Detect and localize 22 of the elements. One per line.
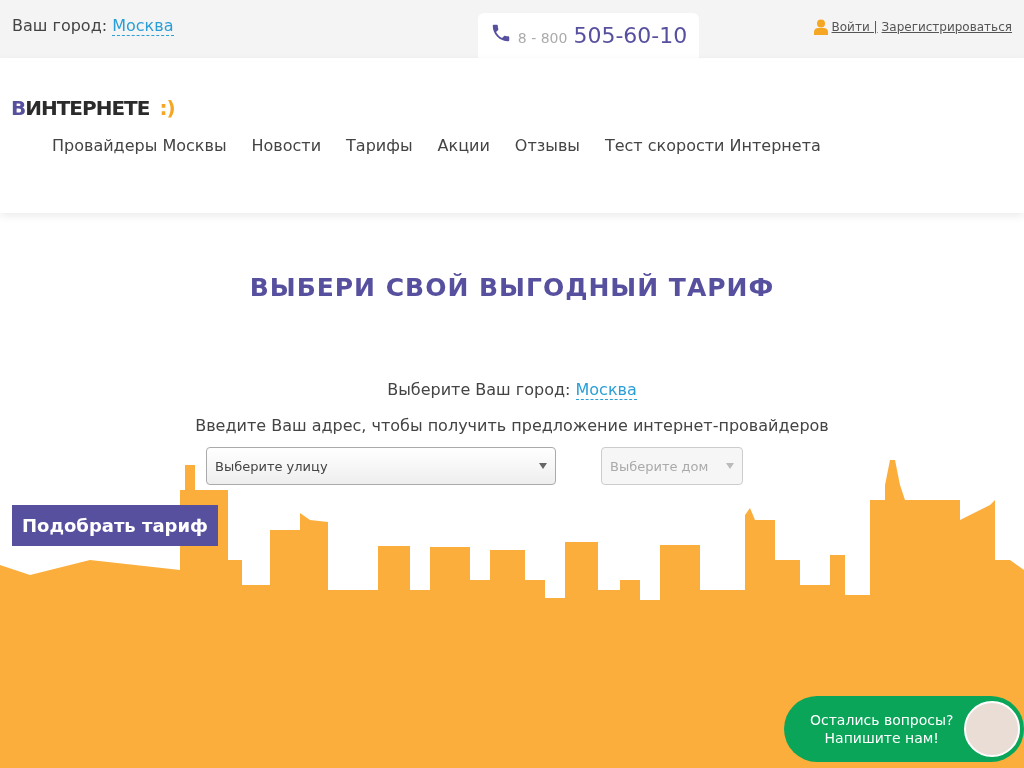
chat-prompt: Остались вопросы? Напишите нам!	[810, 711, 954, 747]
phone-number[interactable]: 505-60-10	[573, 23, 688, 48]
find-tariff-button[interactable]: Подобрать тариф	[12, 505, 218, 546]
user-icon	[813, 19, 828, 35]
nav-link[interactable]: Акции	[437, 136, 490, 155]
avatar-placeholder	[964, 701, 1020, 757]
auth-link[interactable]: Зарегистрироваться	[881, 20, 1012, 34]
nav-link[interactable]: Новости	[251, 136, 322, 155]
page-title: ВЫБЕРИ СВОЙ ВЫГОДНЫЙ ТАРИФ	[249, 273, 775, 302]
nav-link[interactable]: Тарифы	[346, 136, 413, 155]
city-label: Ваш город:	[12, 16, 108, 35]
street-select[interactable]: Выберите улицу	[206, 447, 556, 485]
nav-link[interactable]: Тест скорости Интернета	[604, 136, 821, 155]
nav-link[interactable]: Провайдеры Москвы	[52, 136, 227, 155]
address-hint: Введите Ваш адрес, чтобы получить предложение интернет-провайдеров	[195, 416, 829, 435]
nav-link[interactable]: Отзывы	[514, 136, 580, 155]
phone-prefix: 8 - 800	[517, 29, 568, 46]
auth-link[interactable]: Войти |	[831, 20, 878, 34]
logo[interactable]: ВИНТЕРНЕТЕ :)	[11, 96, 175, 120]
caret-icon	[726, 463, 734, 469]
city-label: Выберите Ваш город:	[387, 380, 571, 399]
caret-icon	[539, 463, 547, 469]
